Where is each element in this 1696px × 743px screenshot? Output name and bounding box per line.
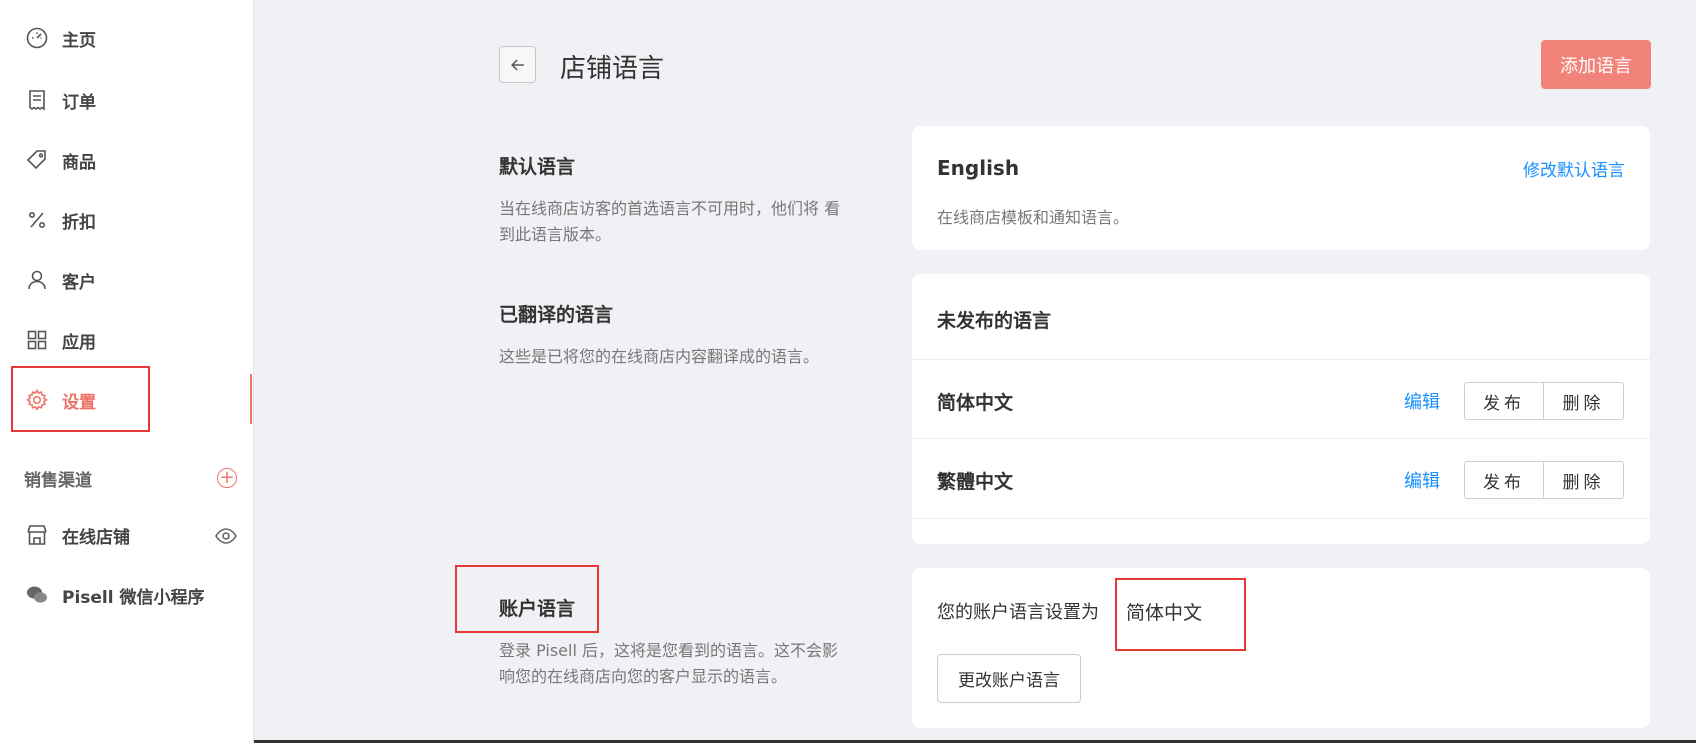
edit-link[interactable]: 编辑: [1404, 467, 1440, 493]
sidebar-item-label: 商品: [62, 152, 96, 173]
translated-languages-card: 未发布的语言 简体中文 编辑 发布 删除 繁體中文 编辑 发布 删除: [912, 274, 1650, 544]
page-title: 店铺语言: [560, 54, 665, 84]
account-title-highlight-box: [455, 565, 599, 633]
receipt-icon: [24, 87, 50, 113]
settings-highlight-box: [11, 366, 150, 432]
eye-icon[interactable]: [214, 524, 238, 548]
sidebar-item-label: 客户: [62, 272, 96, 293]
language-actions: 发布 删除: [1464, 382, 1624, 420]
default-language-title: 默认语言: [499, 156, 576, 178]
language-name: 繁體中文: [937, 471, 1014, 493]
dashboard-icon: [24, 25, 50, 51]
sidebar-item-discounts[interactable]: 折扣: [0, 196, 254, 244]
translated-languages-title: 已翻译的语言: [499, 304, 614, 326]
user-icon: [24, 267, 50, 293]
sidebar-item-label: Pisell 微信小程序: [62, 587, 205, 608]
percent-icon: [24, 207, 50, 233]
default-language-desc: 当在线商店访客的首选语言不可用时，他们将 看到此语言版本。: [499, 199, 841, 244]
arrow-left-icon: [510, 58, 524, 71]
sidebar-item-orders[interactable]: 订单: [0, 76, 254, 124]
language-row: 繁體中文 编辑 发布 删除: [912, 438, 1650, 518]
sidebar-item-label: 主页: [62, 30, 96, 51]
add-language-button[interactable]: 添加语言: [1541, 40, 1651, 89]
default-language-name: English: [937, 156, 1020, 180]
language-row: 简体中文 编辑 发布 删除: [912, 359, 1650, 439]
tag-icon: [24, 147, 50, 173]
sidebar-item-label: 订单: [62, 92, 96, 113]
sidebar-item-home[interactable]: 主页: [0, 14, 254, 62]
sidebar-item-label: 应用: [62, 332, 96, 353]
sidebar-item-customers[interactable]: 客户: [0, 256, 254, 304]
publish-button[interactable]: 发布: [1464, 461, 1544, 499]
back-button[interactable]: [499, 46, 536, 83]
unpublished-languages-title: 未发布的语言: [937, 310, 1052, 332]
divider: [912, 518, 1650, 519]
edit-link[interactable]: 编辑: [1404, 388, 1440, 414]
store-icon: [24, 522, 50, 548]
sidebar-item-mini-program[interactable]: Pisell 微信小程序: [0, 571, 254, 619]
sidebar-item-label: 折扣: [62, 212, 96, 233]
sidebar-item-apps[interactable]: 应用: [0, 316, 254, 364]
wechat-icon: [24, 582, 50, 608]
delete-button[interactable]: 删除: [1544, 461, 1624, 499]
grid-icon: [24, 327, 50, 353]
publish-button[interactable]: 发布: [1464, 382, 1544, 420]
sidebar-item-products[interactable]: 商品: [0, 136, 254, 184]
language-name: 简体中文: [937, 392, 1014, 414]
add-channel-icon[interactable]: +: [217, 468, 237, 488]
default-language-card: English 修改默认语言 在线商店模板和通知语言。: [912, 126, 1650, 250]
account-language-card: 您的账户语言设置为 简体中文 更改账户语言: [912, 568, 1650, 728]
sales-channels-title: 销售渠道: [24, 471, 92, 491]
account-language-setting-text: 您的账户语言设置为: [937, 602, 1099, 623]
sidebar-item-label: 在线店铺: [62, 527, 130, 548]
account-value-highlight-box: [1115, 578, 1246, 651]
account-language-desc: 登录 Pisell 后，这将是您看到的语言。这不会影响您的在线商店向您的客户显示…: [499, 641, 838, 686]
language-actions: 发布 删除: [1464, 461, 1624, 499]
change-account-language-button[interactable]: 更改账户语言: [937, 654, 1081, 703]
translated-languages-desc: 这些是已将您的在线商店内容翻译成的语言。: [499, 347, 820, 366]
sidebar: 主页 订单 商品 折扣 客户 应用 设置 销售渠道 + 在线店铺 Pisell …: [0, 0, 254, 743]
delete-button[interactable]: 删除: [1544, 382, 1624, 420]
default-language-card-desc: 在线商店模板和通知语言。: [937, 208, 1130, 227]
change-default-language-link[interactable]: 修改默认语言: [1523, 156, 1625, 181]
active-indicator: [250, 374, 252, 424]
